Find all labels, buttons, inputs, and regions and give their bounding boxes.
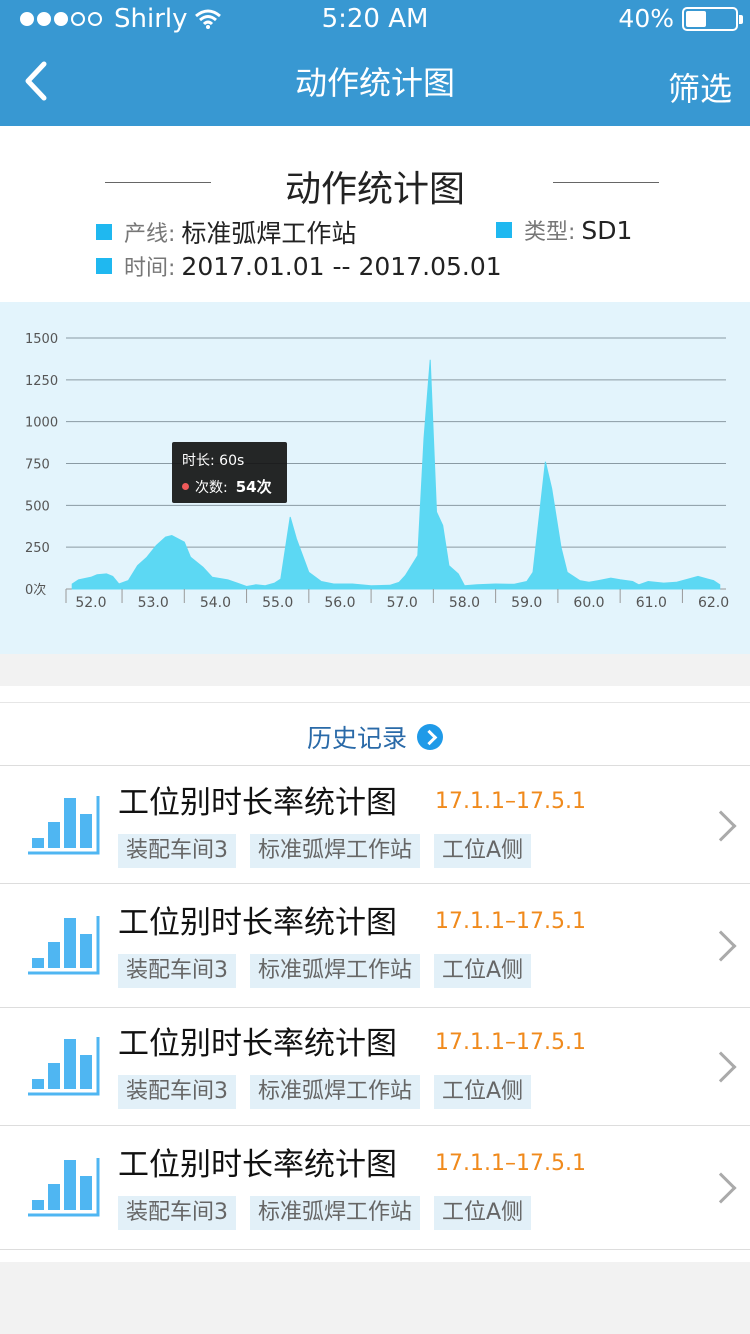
legend-time: 时间: 2017.01.01 -- 2017.05.01	[96, 250, 502, 282]
history-item-tag: 标准弧焊工作站	[250, 954, 421, 988]
history-item-name: 工位别时长率统计图	[118, 1147, 397, 1183]
page-title: 动作统计图	[294, 64, 455, 102]
history-item-tag: 工位A侧	[434, 833, 532, 868]
history-item-tag: 工位A侧	[434, 1075, 532, 1109]
history-header[interactable]: 历史记录	[0, 702, 750, 766]
history-item[interactable]: 工位别时长率统计图 17.1.1–17.5.1 装配车间3 标准弧焊工作站 工位A侧	[0, 884, 750, 1008]
series-dot-icon	[182, 483, 189, 490]
legend-time-label: 时间:	[124, 256, 176, 281]
chevron-right-icon	[705, 930, 737, 962]
bar-chart-icon	[28, 1037, 100, 1096]
bar-chart-icon	[28, 916, 100, 975]
y-tick-label: 1500	[25, 332, 58, 347]
history-item[interactable]: 工位别时长率统计图 17.1.1–17.5.1 装配车间3 标准弧焊工作站 工位A侧	[0, 767, 750, 884]
history-item-tag: 装配车间3	[118, 954, 236, 988]
history-title: 历史记录	[306, 724, 407, 753]
history-item-tag: 装配车间3	[118, 1075, 236, 1109]
legend-type-value: SD1	[581, 215, 633, 245]
y-tick-label: 500	[25, 499, 50, 514]
history-item-name: 工位别时长率统计图	[118, 784, 397, 821]
history-item-tag: 工位A侧	[434, 954, 532, 988]
history-item[interactable]: 工位别时长率统计图 17.1.1–17.5.1 装配车间3 标准弧焊工作站 工位A侧	[0, 1126, 750, 1250]
y-tick-label: 0次	[25, 582, 46, 598]
chart-area: 0次 250 500 750 1000 1250 1500 52.0 53.0 54.0 55.0 5…	[0, 302, 750, 654]
history-item-tag: 标准弧焊工作站	[250, 1075, 421, 1109]
tooltip-duration-value: 60s	[219, 453, 245, 469]
filter-button[interactable]: 筛选	[668, 64, 732, 110]
y-tick-label: 750	[25, 458, 50, 473]
history-item-tag: 装配车间3	[118, 1196, 236, 1230]
x-tick-label: 53.0	[138, 595, 169, 611]
heading-divider-right	[553, 182, 659, 183]
history-item-date: 17.1.1–17.5.1	[435, 1151, 586, 1176]
history-item-date: 17.1.1–17.5.1	[435, 788, 586, 814]
stats-card: 动作统计图 产线: 标准弧焊工作站 类型: SD1 时间: 2017.01.01…	[0, 126, 750, 654]
history-item-tag: 标准弧焊工作站	[250, 1196, 421, 1230]
chevron-right-icon	[705, 1051, 737, 1083]
history-item-tag: 标准弧焊工作站	[250, 833, 421, 868]
history-item-tag: 装配车间3	[118, 833, 236, 868]
x-tick-label: 60.0	[573, 595, 604, 611]
status-bar: Shirly 5:20 AM 40%	[0, 0, 750, 40]
tooltip-count: 次数: 54次	[182, 476, 277, 497]
battery: 40%	[618, 4, 743, 33]
y-tick-label: 1250	[25, 374, 58, 389]
y-tick-label: 1000	[25, 416, 58, 431]
history-item-date: 17.1.1–17.5.1	[435, 909, 586, 934]
x-tick-label: 56.0	[324, 595, 355, 611]
series-area	[71, 359, 721, 590]
tooltip-count-value: 54次	[235, 478, 272, 496]
chevron-right-icon	[705, 809, 737, 842]
history-item[interactable]: 工位别时长率统计图 17.1.1–17.5.1 装配车间3 标准弧焊工作站 工位A侧	[0, 1008, 750, 1126]
card-heading: 动作统计图	[284, 169, 465, 210]
chart-tooltip: 时长: 60s 次数: 54次	[172, 442, 287, 503]
arrow-right-circle-icon	[417, 724, 443, 750]
legend-line: 产线: 标准弧焊工作站	[96, 214, 356, 250]
x-tick-label: 57.0	[387, 595, 418, 611]
area-chart[interactable]: 0次 250 500 750 1000 1250 1500 52.0 53.0 54.0 55.0 5…	[0, 302, 750, 654]
legend-time-value: 2017.01.01 -- 2017.05.01	[181, 251, 502, 281]
y-tick-label: 250	[25, 541, 50, 556]
legend-line-value: 标准弧焊工作站	[181, 219, 357, 248]
battery-icon	[682, 6, 743, 31]
history-item-name: 工位别时长率统计图	[118, 1026, 397, 1062]
legend-type: 类型: SD1	[496, 214, 632, 246]
x-tick-label: 59.0	[511, 595, 542, 611]
legend-type-label: 类型:	[524, 220, 576, 245]
history-section: 历史记录 工位别时长率统计图 17.1.1–17.5.1 装配车间3 标准弧焊工作站工…	[0, 686, 750, 1262]
tooltip-count-label: 次数:	[195, 479, 228, 496]
chevron-right-icon	[705, 1172, 737, 1204]
tooltip-duration: 时长: 60s	[182, 450, 277, 470]
legend-square-icon	[496, 222, 512, 238]
bar-chart-icon	[28, 795, 100, 854]
bar-chart-icon	[28, 1158, 100, 1217]
legend-square-icon	[96, 258, 112, 274]
nav-bar: 动作统计图 筛选	[0, 40, 750, 126]
legend-line-label: 产线:	[124, 222, 176, 247]
x-tick-label: 55.0	[262, 595, 293, 611]
x-tick-label: 52.0	[75, 595, 106, 611]
x-tick-label: 54.0	[200, 595, 231, 611]
tooltip-duration-label: 时长:	[182, 453, 215, 469]
legend-square-icon	[96, 224, 112, 240]
history-item-name: 工位别时长率统计图	[118, 905, 397, 941]
battery-percent: 40%	[618, 4, 674, 33]
x-tick-label: 61.0	[636, 595, 667, 611]
history-item-date: 17.1.1–17.5.1	[435, 1030, 586, 1055]
x-tick-label: 58.0	[449, 595, 480, 611]
history-item-tag: 工位A侧	[434, 1196, 532, 1230]
x-tick-label: 62.0	[698, 595, 729, 611]
